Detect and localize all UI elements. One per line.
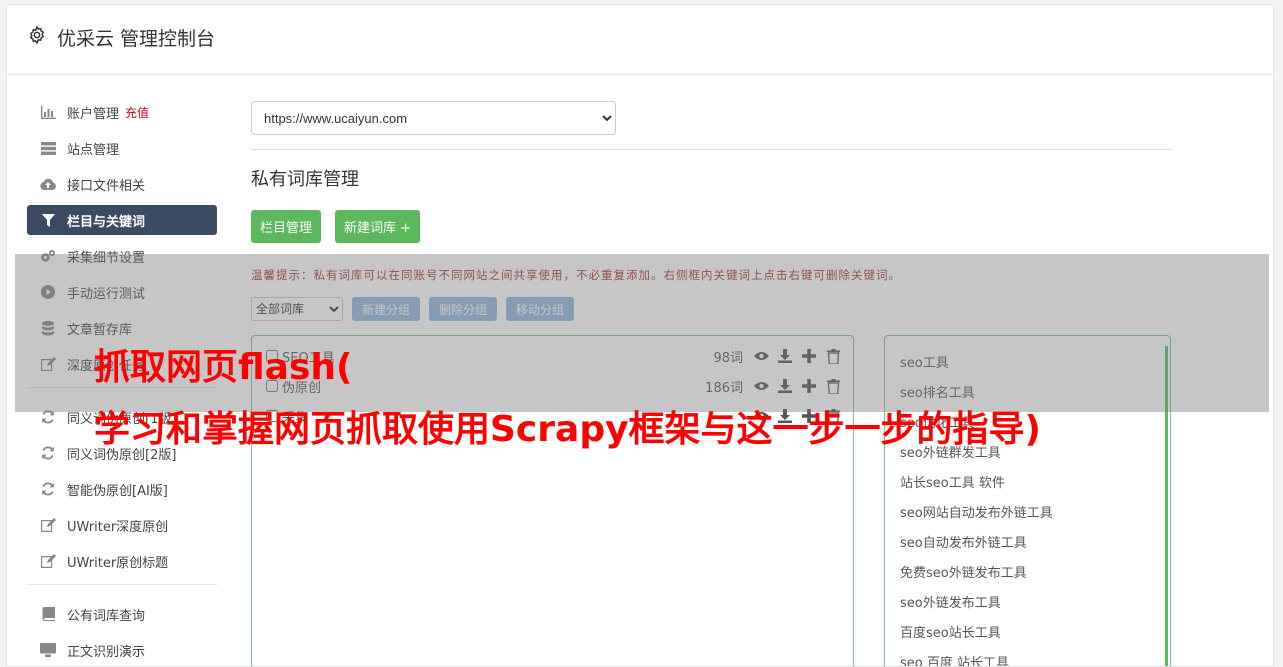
sidebar-item-label: 账户管理 [67,106,120,122]
keyword-item[interactable]: seo自动发布外链工具 [900,532,1027,551]
top-bar: 优采云 管理控制台 [7,5,1273,75]
monitor-icon [39,642,57,658]
sidebar-item-label: 接口文件相关 [67,178,146,194]
cloud-upload-icon [39,176,57,192]
bar-chart-icon [39,104,57,120]
sidebar-item-columns-keywords[interactable]: 栏目与关键词 [27,205,217,235]
main-content: https://www.ucaiyun.com 私有词库管理 栏目管理 新建词库… [251,101,1171,666]
new-lexicon-button[interactable]: 新建词库 + [335,210,421,243]
edit-icon [39,553,57,569]
gear-icon [29,25,45,45]
sidebar-item-ai-rewrite[interactable]: 智能伪原创[AI版] [27,474,217,504]
keyword-item[interactable]: seo外链发布工具 [900,592,1001,611]
overlay-title-line1: 抓取网页flash( [94,347,353,388]
sidebar-item-account[interactable]: 账户管理 充值 [27,97,217,127]
refresh-icon [39,481,57,497]
filter-icon [39,212,57,228]
sidebar-item-label: 站点管理 [67,142,120,158]
sidebar-item-label: 公有词库查询 [67,608,146,624]
refresh-icon [39,445,57,461]
section-title: 私有词库管理 [251,169,359,190]
server-icon [39,140,57,156]
column-manage-button[interactable]: 栏目管理 [251,210,322,243]
sidebar-divider [27,584,217,585]
sidebar-item-interface[interactable]: 接口文件相关 [27,169,217,199]
sidebar-item-uwriter-title[interactable]: UWriter原创标题 [27,546,217,576]
sidebar-item-label: 正文识别演示 [67,644,146,660]
overlay-title-line2: 学习和掌握网页抓取使用Scrapy框架与这一步一步的指导) [94,409,1042,450]
sidebar-item-uwriter-deep[interactable]: UWriter深度原创 [27,510,217,540]
keyword-item[interactable]: 免费seo外链发布工具 [900,562,1027,581]
sidebar-item-label: UWriter深度原创 [67,519,169,535]
site-select[interactable]: https://www.ucaiyun.com [251,101,616,135]
recharge-link[interactable]: 充值 [125,104,149,121]
keyword-item[interactable]: 站长seo工具 软件 [900,472,1005,491]
sidebar-item-label: 智能伪原创[AI版] [67,483,168,499]
sidebar-item-sites[interactable]: 站点管理 [27,133,217,163]
page-title: 优采云 管理控制台 [57,28,216,50]
sidebar-item-public-lexicon[interactable]: 公有词库查询 [27,599,217,629]
keyword-item[interactable]: 百度seo站长工具 [900,622,1001,641]
edit-icon [39,517,57,533]
sidebar-item-label: 栏目与关键词 [67,214,146,230]
keyword-item[interactable]: seo 百度 站长工具 [900,652,1009,666]
divider [251,149,1171,150]
book-icon [39,606,57,622]
sidebar-item-text-recognition[interactable]: 正文识别演示 [27,635,217,665]
action-buttons: 栏目管理 新建词库 + [251,210,421,243]
keyword-item[interactable]: seo网站自动发布外链工具 [900,502,1053,521]
sidebar-item-label: UWriter原创标题 [67,555,169,571]
